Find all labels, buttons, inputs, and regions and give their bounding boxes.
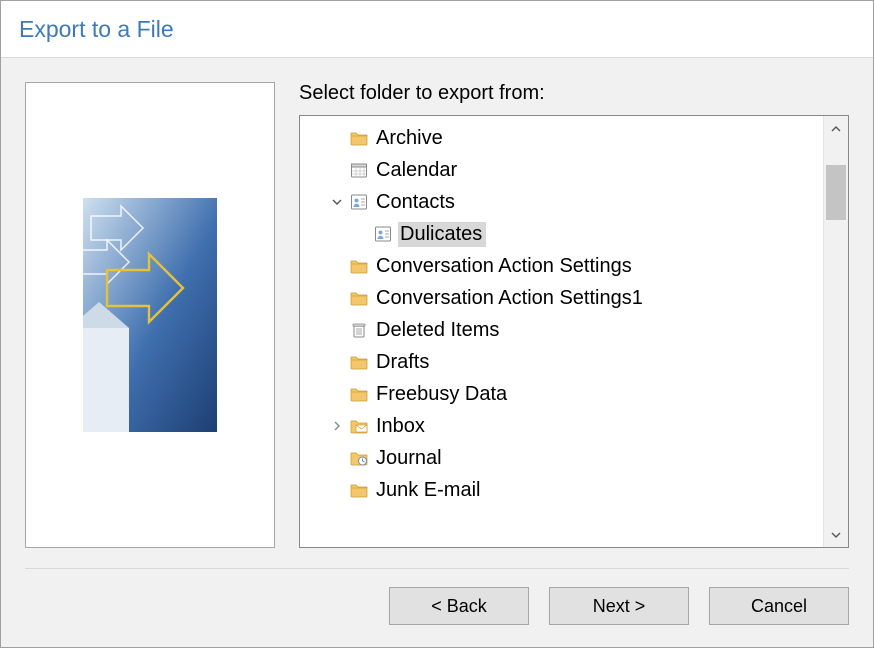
tree-item[interactable]: Conversation Action Settings	[304, 250, 819, 282]
tree-item[interactable]: Conversation Action Settings1	[304, 282, 819, 314]
window-title: Export to a File	[1, 1, 873, 58]
expand-icon[interactable]	[332, 421, 350, 431]
trash-icon	[350, 321, 368, 339]
tree-item[interactable]: Deleted Items	[304, 314, 819, 346]
folder-icon	[350, 481, 368, 499]
tree-item-label: Conversation Action Settings	[374, 254, 636, 279]
back-button[interactable]: < Back	[389, 587, 529, 625]
tree-item[interactable]: Contacts	[304, 186, 819, 218]
wizard-graphic	[83, 198, 217, 432]
tree-item-label: Contacts	[374, 190, 459, 215]
tree-item[interactable]: Freebusy Data	[304, 378, 819, 410]
scroll-up-arrow[interactable]	[824, 116, 848, 141]
chevron-down-icon	[831, 530, 841, 540]
export-wizard-window: Export to a File	[0, 0, 874, 648]
next-button[interactable]: Next >	[549, 587, 689, 625]
tree-item[interactable]: Journal	[304, 442, 819, 474]
tree-item[interactable]: Dulicates	[304, 218, 819, 250]
wizard-content: Select folder to export from: Archive Cal…	[1, 58, 873, 647]
tree-item-label: Journal	[374, 446, 446, 471]
scrollbar[interactable]	[823, 116, 848, 547]
wizard-upper-area: Select folder to export from: Archive Cal…	[25, 82, 849, 548]
scroll-track[interactable]	[824, 141, 848, 522]
tree-item[interactable]: Junk E-mail	[304, 474, 819, 506]
tree-item[interactable]: Calendar	[304, 154, 819, 186]
folder-tree-container: Archive Calendar Contacts Dulicates Conversa…	[299, 115, 849, 548]
folder-icon	[350, 289, 368, 307]
folder-tree[interactable]: Archive Calendar Contacts Dulicates Conversa…	[300, 116, 823, 547]
chevron-up-icon	[831, 124, 841, 134]
tree-item[interactable]: Drafts	[304, 346, 819, 378]
tree-item[interactable]: Inbox	[304, 410, 819, 442]
folder-icon	[350, 129, 368, 147]
tree-item-label: Conversation Action Settings1	[374, 286, 647, 311]
cancel-button[interactable]: Cancel	[709, 587, 849, 625]
folder-icon	[350, 257, 368, 275]
window-title-text: Export to a File	[19, 16, 174, 43]
tree-item-label: Freebusy Data	[374, 382, 511, 407]
folder-select-area: Select folder to export from: Archive Cal…	[299, 82, 849, 548]
tree-item[interactable]: Archive	[304, 122, 819, 154]
scroll-down-arrow[interactable]	[824, 522, 848, 547]
tree-item-label: Drafts	[374, 350, 433, 375]
wizard-graphic-frame	[25, 82, 275, 548]
folder-icon	[350, 385, 368, 403]
contacts-icon	[350, 193, 368, 211]
tree-item-label: Junk E-mail	[374, 478, 484, 503]
tree-item-label: Archive	[374, 126, 447, 151]
calendar-icon	[350, 161, 368, 179]
tree-item-label: Calendar	[374, 158, 461, 183]
collapse-icon[interactable]	[332, 197, 350, 207]
journal-icon	[350, 449, 368, 467]
tree-item-label: Inbox	[374, 414, 429, 439]
tree-item-label: Dulicates	[398, 222, 486, 247]
tree-item-label: Deleted Items	[374, 318, 503, 343]
contacts-icon	[374, 225, 392, 243]
inbox-icon	[350, 417, 368, 435]
folder-icon	[350, 353, 368, 371]
scroll-thumb[interactable]	[826, 165, 846, 220]
instruction-label: Select folder to export from:	[299, 82, 849, 105]
wizard-button-row: < Back Next > Cancel	[25, 569, 849, 647]
